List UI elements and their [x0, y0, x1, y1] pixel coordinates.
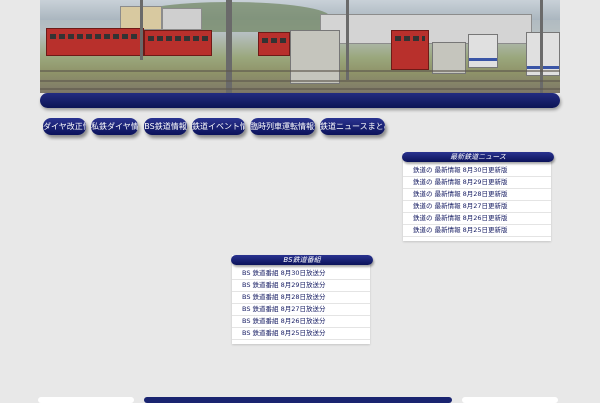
list-item[interactable]: BS 鉄道番組 8月28日放送分: [232, 292, 370, 304]
list-item[interactable]: BS 鉄道番組 8月25日放送分: [232, 328, 370, 340]
list-item[interactable]: BS 鉄道番組 8月30日放送分: [232, 268, 370, 280]
header-banner-image: [40, 0, 560, 93]
list-item[interactable]: 鉄道の 最新情報 8月27日更新版: [403, 201, 551, 213]
header-navbar: [40, 93, 560, 108]
menu-button-diagram-revision[interactable]: ダイヤ改正情報: [43, 118, 86, 135]
list-item[interactable]: 鉄道の 最新情報 8月25日更新版: [403, 225, 551, 237]
menu-button-private-railway[interactable]: 私鉄ダイヤ情報: [91, 118, 138, 135]
list-item[interactable]: BS 鉄道番組 8月29日放送分: [232, 280, 370, 292]
banner-pole: [346, 0, 349, 80]
bs-programs-widget: BS鉄道番組 BS 鉄道番組 8月30日放送分 BS 鉄道番組 8月29日放送分…: [231, 255, 373, 344]
menu-button-special-trains[interactable]: 臨時列車運転情報一覧: [250, 118, 315, 135]
list-item[interactable]: 鉄道の 最新情報 8月26日更新版: [403, 213, 551, 225]
list-item[interactable]: 鉄道の 最新情報 8月29日更新版: [403, 177, 551, 189]
bs-programs-title: BS鉄道番組: [231, 255, 373, 265]
banner-train-red: [46, 28, 144, 56]
list-item[interactable]: BS 鉄道番組 8月26日放送分: [232, 316, 370, 328]
latest-news-title: 最新鉄道ニュース: [402, 152, 554, 162]
footer-bar-center: [144, 397, 452, 403]
banner-building: [162, 8, 202, 30]
latest-news-widget: 最新鉄道ニュース 鉄道の 最新情報 8月30日更新版 鉄道の 最新情報 8月29…: [402, 152, 554, 241]
banner-track: [40, 70, 560, 72]
banner-pole: [140, 0, 143, 60]
list-item[interactable]: BS 鉄道番組 8月27日放送分: [232, 304, 370, 316]
list-item[interactable]: 鉄道の 最新情報 8月30日更新版: [403, 165, 551, 177]
banner-track: [40, 80, 560, 82]
menu-button-railway-events[interactable]: 鉄道イベント情報: [192, 118, 245, 135]
latest-news-list: 鉄道の 最新情報 8月30日更新版 鉄道の 最新情報 8月29日更新版 鉄道の …: [403, 162, 551, 237]
bs-programs-list: BS 鉄道番組 8月30日放送分 BS 鉄道番組 8月29日放送分 BS 鉄道番…: [232, 265, 370, 340]
list-item[interactable]: 鉄道の 最新情報 8月28日更新版: [403, 189, 551, 201]
banner-train-red-front: [391, 30, 429, 70]
footer-box-left: [38, 397, 134, 403]
banner-train-red: [258, 32, 290, 56]
banner-track: [40, 88, 560, 90]
banner-train-white: [468, 34, 498, 68]
footer-box-right: [462, 397, 558, 403]
menu-button-bs-railway[interactable]: BS鉄道情報: [144, 118, 187, 135]
menu-button-news-summary[interactable]: 鉄道ニュースまとめ一覧: [320, 118, 385, 135]
banner-train-red: [144, 30, 212, 56]
banner-shed: [290, 30, 340, 84]
